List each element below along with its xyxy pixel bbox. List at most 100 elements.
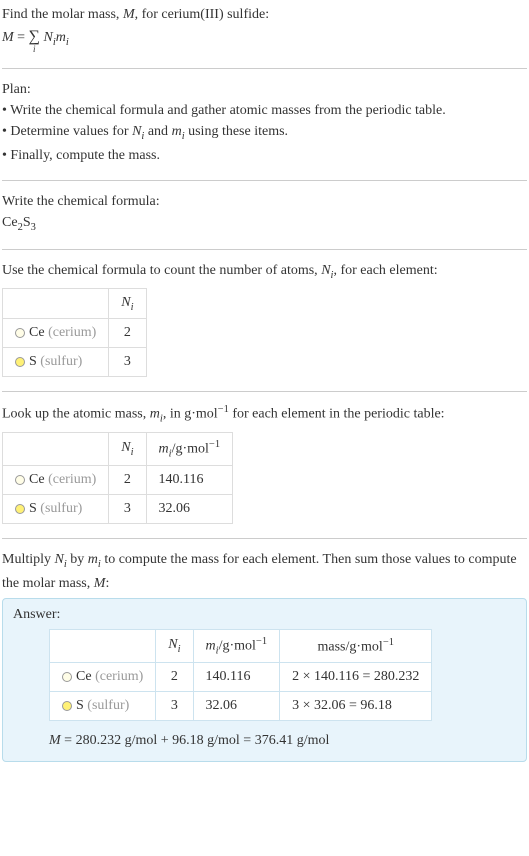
text: Ce <box>29 472 45 487</box>
divider <box>2 68 527 69</box>
table-row: Ni mi/g·mol−1 mass/g·mol−1 <box>50 629 432 662</box>
var-M: M <box>123 7 135 22</box>
final-answer: M = 280.232 g/mol + 96.18 g/mol = 376.41… <box>49 733 516 749</box>
sulfur-dot-icon <box>15 357 25 367</box>
sub: i <box>131 301 134 312</box>
text: by <box>67 552 88 567</box>
td-m: 140.116 <box>193 663 280 692</box>
sup: −1 <box>209 439 220 450</box>
td-n: 3 <box>109 348 146 377</box>
text: (sulfur) <box>37 501 83 516</box>
intro-section: Find the molar mass, M, for cerium(III) … <box>2 4 527 54</box>
sup: −1 <box>256 636 267 647</box>
var-m: m <box>172 124 182 139</box>
answer-box: Answer: Ni mi/g·mol−1 mass/g·mol−1 Ce (c… <box>2 598 527 762</box>
lookup-title: Look up the atomic mass, mi, in g·mol−1 … <box>2 402 527 427</box>
text: m <box>206 638 216 653</box>
var-M: M <box>49 733 61 748</box>
td-element: S (sulfur) <box>3 348 109 377</box>
sulfur-dot-icon <box>15 504 25 514</box>
element-s: S <box>23 215 31 230</box>
text: (cerium) <box>45 472 97 487</box>
text: S <box>29 354 37 369</box>
text: N <box>121 295 130 310</box>
intro-formula: M = ∑i Nimi <box>2 27 527 54</box>
var-M: M <box>2 30 14 45</box>
table-row: S (sulfur) 3 32.06 3 × 32.06 = 96.18 <box>50 692 432 721</box>
text: Look up the atomic mass, <box>2 407 150 422</box>
sup: −1 <box>218 404 229 415</box>
sigma-glyph: ∑ <box>29 29 40 45</box>
th-ni: Ni <box>156 629 193 662</box>
compute-section: Multiply Ni by mi to compute the mass fo… <box>2 549 527 762</box>
cerium-dot-icon <box>15 475 25 485</box>
plan-bullet: • Finally, compute the mass. <box>2 145 527 166</box>
table-row: Ce (cerium) 2 <box>3 319 147 348</box>
lookup-section: Look up the atomic mass, mi, in g·mol−1 … <box>2 402 527 524</box>
td-m: 32.06 <box>146 495 233 524</box>
td-element: Ce (cerium) <box>3 466 109 495</box>
table-row: S (sulfur) 3 <box>3 348 147 377</box>
sub: 3 <box>31 221 36 232</box>
divider <box>2 180 527 181</box>
text: N <box>121 440 130 455</box>
divider <box>2 538 527 539</box>
text: = 280.232 g/mol + 96.18 g/mol = 376.41 g… <box>61 733 330 748</box>
td-element: S (sulfur) <box>50 692 156 721</box>
td-element: Ce (cerium) <box>50 663 156 692</box>
cerium-dot-icon <box>15 328 25 338</box>
table-row: Ce (cerium) 2 140.116 <box>3 466 233 495</box>
sigma: ∑i <box>29 29 40 54</box>
var-M: M <box>94 576 106 591</box>
th-ni: Ni <box>109 288 146 319</box>
sub: i <box>131 447 134 458</box>
th-blank <box>3 288 109 319</box>
text: mass/g·mol <box>317 639 382 654</box>
td-n: 3 <box>109 495 146 524</box>
td-mass: 3 × 32.06 = 96.18 <box>280 692 432 721</box>
text: : <box>105 576 109 591</box>
th-mi: mi/g·mol−1 <box>193 629 280 662</box>
table-row: Ce (cerium) 2 140.116 2 × 140.116 = 280.… <box>50 663 432 692</box>
table-row: Ni mi/g·mol−1 <box>3 432 233 465</box>
text: Ce <box>29 325 45 340</box>
text: and <box>144 124 171 139</box>
text: /g·mol <box>219 638 256 653</box>
text: N <box>40 30 53 45</box>
th-mi: mi/g·mol−1 <box>146 432 233 465</box>
td-mass: 2 × 140.116 = 280.232 <box>280 663 432 692</box>
answer-table: Ni mi/g·mol−1 mass/g·mol−1 Ce (cerium) 2… <box>49 629 432 721</box>
sigma-icon: ∑i <box>29 29 40 54</box>
divider <box>2 249 527 250</box>
var-m: m <box>88 552 98 567</box>
table-row: S (sulfur) 3 32.06 <box>3 495 233 524</box>
sulfur-dot-icon <box>62 701 72 711</box>
text: (cerium) <box>45 325 97 340</box>
text: m <box>56 30 66 45</box>
th-blank <box>3 432 109 465</box>
intro-line: Find the molar mass, M, for cerium(III) … <box>2 4 527 25</box>
td-element: S (sulfur) <box>3 495 109 524</box>
var-mi: mi <box>56 30 69 45</box>
sup: −1 <box>383 637 394 648</box>
var-N: N <box>55 552 64 567</box>
td-n: 2 <box>109 319 146 348</box>
text: /g·mol <box>172 441 209 456</box>
plan-section: Plan: • Write the chemical formula and g… <box>2 79 527 166</box>
count-section: Use the chemical formula to count the nu… <box>2 260 527 377</box>
lookup-table: Ni mi/g·mol−1 Ce (cerium) 2 140.116 S (s… <box>2 432 233 524</box>
equals: = <box>14 30 29 45</box>
table-row: Ni <box>3 288 147 319</box>
text: S <box>76 698 84 713</box>
text: Find the molar mass, <box>2 7 123 22</box>
var-N: N <box>321 263 330 278</box>
answer-inner: Ni mi/g·mol−1 mass/g·mol−1 Ce (cerium) 2… <box>13 629 516 749</box>
td-n: 2 <box>156 663 193 692</box>
chemical-formula: Ce2S3 <box>2 212 527 236</box>
td-element: Ce (cerium) <box>3 319 109 348</box>
text: , in g·mol <box>163 407 218 422</box>
plan-bullet: • Write the chemical formula and gather … <box>2 100 527 121</box>
th-blank <box>50 629 156 662</box>
td-n: 3 <box>156 692 193 721</box>
td-m: 140.116 <box>146 466 233 495</box>
